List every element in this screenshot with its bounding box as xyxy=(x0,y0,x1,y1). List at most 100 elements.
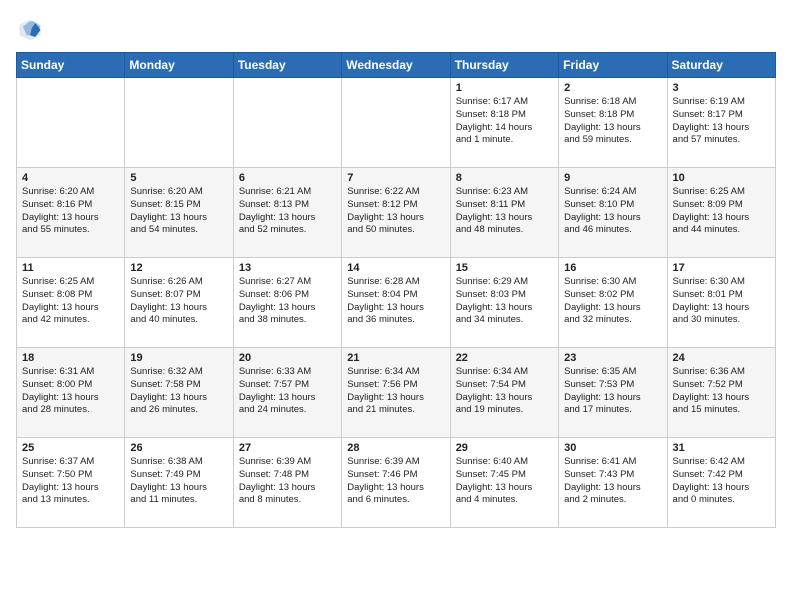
calendar-cell: 6 Sunrise: 6:21 AM Sunset: 8:13 PM Daylig… xyxy=(233,168,341,258)
day-number: 18 xyxy=(22,352,119,364)
calendar-cell: 26 Sunrise: 6:38 AM Sunset: 7:49 PM Dayli… xyxy=(125,438,233,528)
calendar-cell: 5 Sunrise: 6:20 AM Sunset: 8:15 PM Daylig… xyxy=(125,168,233,258)
calendar-cell: 12 Sunrise: 6:26 AM Sunset: 8:07 PM Dayli… xyxy=(125,258,233,348)
calendar-cell: 20 Sunrise: 6:33 AM Sunset: 7:57 PM Dayli… xyxy=(233,348,341,438)
day-header-tuesday: Tuesday xyxy=(233,53,341,78)
day-number: 20 xyxy=(239,352,336,364)
day-info: Sunrise: 6:28 AM Sunset: 8:04 PM Dayligh… xyxy=(347,276,444,327)
day-number: 14 xyxy=(347,262,444,274)
day-number: 26 xyxy=(130,442,227,454)
day-number: 22 xyxy=(456,352,553,364)
day-info: Sunrise: 6:30 AM Sunset: 8:01 PM Dayligh… xyxy=(673,276,770,327)
day-info: Sunrise: 6:29 AM Sunset: 8:03 PM Dayligh… xyxy=(456,276,553,327)
day-header-friday: Friday xyxy=(559,53,667,78)
day-header-sunday: Sunday xyxy=(17,53,125,78)
week-row-4: 18 Sunrise: 6:31 AM Sunset: 8:00 PM Dayli… xyxy=(17,348,776,438)
calendar-cell: 18 Sunrise: 6:31 AM Sunset: 8:00 PM Dayli… xyxy=(17,348,125,438)
week-row-3: 11Sunrise: 6:25 AM Sunset: 8:08 PM Dayli… xyxy=(17,258,776,348)
header xyxy=(16,16,776,44)
day-info: Sunrise: 6:34 AM Sunset: 7:56 PM Dayligh… xyxy=(347,366,444,417)
day-header-saturday: Saturday xyxy=(667,53,775,78)
day-info: Sunrise: 6:42 AM Sunset: 7:42 PM Dayligh… xyxy=(673,456,770,507)
calendar-cell: 23 Sunrise: 6:35 AM Sunset: 7:53 PM Dayli… xyxy=(559,348,667,438)
day-info: Sunrise: 6:23 AM Sunset: 8:11 PM Dayligh… xyxy=(456,186,553,237)
calendar-cell: 21Sunrise: 6:34 AM Sunset: 7:56 PM Dayli… xyxy=(342,348,450,438)
day-number: 7 xyxy=(347,172,444,184)
calendar-cell: 22 Sunrise: 6:34 AM Sunset: 7:54 PM Dayli… xyxy=(450,348,558,438)
day-info: Sunrise: 6:22 AM Sunset: 8:12 PM Dayligh… xyxy=(347,186,444,237)
calendar-cell xyxy=(233,78,341,168)
calendar-cell: 27 Sunrise: 6:39 AM Sunset: 7:48 PM Dayli… xyxy=(233,438,341,528)
day-header-monday: Monday xyxy=(125,53,233,78)
calendar-cell: 17 Sunrise: 6:30 AM Sunset: 8:01 PM Dayli… xyxy=(667,258,775,348)
calendar-cell: 29 Sunrise: 6:40 AM Sunset: 7:45 PM Dayli… xyxy=(450,438,558,528)
week-row-5: 25Sunrise: 6:37 AM Sunset: 7:50 PM Dayli… xyxy=(17,438,776,528)
day-number: 2 xyxy=(564,82,661,94)
day-info: Sunrise: 6:35 AM Sunset: 7:53 PM Dayligh… xyxy=(564,366,661,417)
day-number: 31 xyxy=(673,442,770,454)
day-info: Sunrise: 6:32 AM Sunset: 7:58 PM Dayligh… xyxy=(130,366,227,417)
calendar-cell: 13Sunrise: 6:27 AM Sunset: 8:06 PM Dayli… xyxy=(233,258,341,348)
day-info: Sunrise: 6:25 AM Sunset: 8:08 PM Dayligh… xyxy=(22,276,119,327)
day-header-wednesday: Wednesday xyxy=(342,53,450,78)
day-info: Sunrise: 6:34 AM Sunset: 7:54 PM Dayligh… xyxy=(456,366,553,417)
calendar-cell: 1Sunrise: 6:17 AM Sunset: 8:18 PM Daylig… xyxy=(450,78,558,168)
day-info: Sunrise: 6:40 AM Sunset: 7:45 PM Dayligh… xyxy=(456,456,553,507)
calendar-cell xyxy=(125,78,233,168)
day-number: 15 xyxy=(456,262,553,274)
day-info: Sunrise: 6:20 AM Sunset: 8:16 PM Dayligh… xyxy=(22,186,119,237)
logo xyxy=(16,16,48,44)
calendar-cell: 30 Sunrise: 6:41 AM Sunset: 7:43 PM Dayli… xyxy=(559,438,667,528)
day-number: 9 xyxy=(564,172,661,184)
day-info: Sunrise: 6:24 AM Sunset: 8:10 PM Dayligh… xyxy=(564,186,661,237)
day-info: Sunrise: 6:20 AM Sunset: 8:15 PM Dayligh… xyxy=(130,186,227,237)
week-row-1: 1Sunrise: 6:17 AM Sunset: 8:18 PM Daylig… xyxy=(17,78,776,168)
day-number: 8 xyxy=(456,172,553,184)
day-info: Sunrise: 6:37 AM Sunset: 7:50 PM Dayligh… xyxy=(22,456,119,507)
day-number: 23 xyxy=(564,352,661,364)
day-number: 16 xyxy=(564,262,661,274)
day-info: Sunrise: 6:33 AM Sunset: 7:57 PM Dayligh… xyxy=(239,366,336,417)
week-row-2: 4 Sunrise: 6:20 AM Sunset: 8:16 PM Daylig… xyxy=(17,168,776,258)
day-number: 19 xyxy=(130,352,227,364)
calendar-table: SundayMondayTuesdayWednesdayThursdayFrid… xyxy=(16,52,776,528)
calendar-cell: 4 Sunrise: 6:20 AM Sunset: 8:16 PM Daylig… xyxy=(17,168,125,258)
calendar-cell: 2 Sunrise: 6:18 AM Sunset: 8:18 PM Daylig… xyxy=(559,78,667,168)
calendar-cell: 24Sunrise: 6:36 AM Sunset: 7:52 PM Dayli… xyxy=(667,348,775,438)
day-info: Sunrise: 6:18 AM Sunset: 8:18 PM Dayligh… xyxy=(564,96,661,147)
calendar-cell: 8 Sunrise: 6:23 AM Sunset: 8:11 PM Daylig… xyxy=(450,168,558,258)
day-number: 30 xyxy=(564,442,661,454)
day-info: Sunrise: 6:19 AM Sunset: 8:17 PM Dayligh… xyxy=(673,96,770,147)
day-number: 27 xyxy=(239,442,336,454)
day-info: Sunrise: 6:31 AM Sunset: 8:00 PM Dayligh… xyxy=(22,366,119,417)
calendar-cell: 11Sunrise: 6:25 AM Sunset: 8:08 PM Dayli… xyxy=(17,258,125,348)
calendar-cell: 25Sunrise: 6:37 AM Sunset: 7:50 PM Dayli… xyxy=(17,438,125,528)
calendar-cell: 9 Sunrise: 6:24 AM Sunset: 8:10 PM Daylig… xyxy=(559,168,667,258)
day-number: 12 xyxy=(130,262,227,274)
day-number: 5 xyxy=(130,172,227,184)
day-number: 17 xyxy=(673,262,770,274)
logo-icon xyxy=(16,16,44,44)
calendar-cell: 10 Sunrise: 6:25 AM Sunset: 8:09 PM Dayli… xyxy=(667,168,775,258)
day-info: Sunrise: 6:25 AM Sunset: 8:09 PM Dayligh… xyxy=(673,186,770,237)
day-number: 28 xyxy=(347,442,444,454)
day-number: 13 xyxy=(239,262,336,274)
day-number: 1 xyxy=(456,82,553,94)
day-info: Sunrise: 6:39 AM Sunset: 7:48 PM Dayligh… xyxy=(239,456,336,507)
day-info: Sunrise: 6:26 AM Sunset: 8:07 PM Dayligh… xyxy=(130,276,227,327)
calendar-cell xyxy=(342,78,450,168)
day-info: Sunrise: 6:39 AM Sunset: 7:46 PM Dayligh… xyxy=(347,456,444,507)
day-number: 10 xyxy=(673,172,770,184)
day-info: Sunrise: 6:41 AM Sunset: 7:43 PM Dayligh… xyxy=(564,456,661,507)
calendar-cell: 28 Sunrise: 6:39 AM Sunset: 7:46 PM Dayli… xyxy=(342,438,450,528)
day-info: Sunrise: 6:21 AM Sunset: 8:13 PM Dayligh… xyxy=(239,186,336,237)
calendar-cell: 19 Sunrise: 6:32 AM Sunset: 7:58 PM Dayli… xyxy=(125,348,233,438)
day-number: 6 xyxy=(239,172,336,184)
day-info: Sunrise: 6:38 AM Sunset: 7:49 PM Dayligh… xyxy=(130,456,227,507)
day-number: 4 xyxy=(22,172,119,184)
calendar-cell: 14 Sunrise: 6:28 AM Sunset: 8:04 PM Dayli… xyxy=(342,258,450,348)
day-number: 29 xyxy=(456,442,553,454)
day-header-thursday: Thursday xyxy=(450,53,558,78)
calendar-cell: 31 Sunrise: 6:42 AM Sunset: 7:42 PM Dayli… xyxy=(667,438,775,528)
day-info: Sunrise: 6:30 AM Sunset: 8:02 PM Dayligh… xyxy=(564,276,661,327)
